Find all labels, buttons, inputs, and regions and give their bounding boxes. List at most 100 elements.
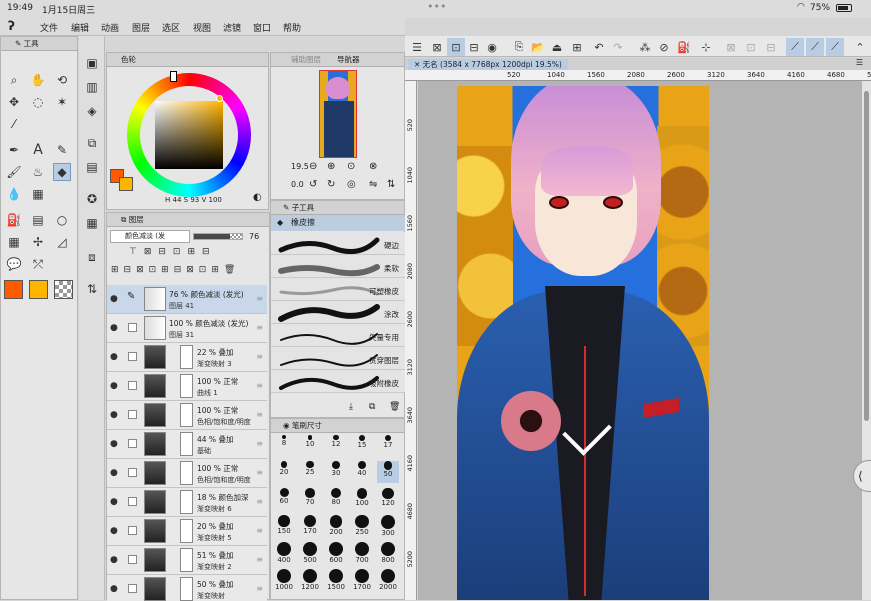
layer-drag-handle-icon[interactable]: ≡ — [256, 584, 263, 593]
visibility-eye-icon[interactable]: ● — [110, 555, 118, 565]
visibility-eye-icon[interactable]: ● — [110, 410, 118, 420]
tab-auxiliary-layer[interactable]: 辅助图层 — [291, 55, 321, 64]
canvas-tab[interactable]: ✕ 无名 (3584 x 7768px 1200dpi 19.5%) — [408, 59, 568, 70]
blend-icon[interactable]: 💧 — [5, 185, 23, 203]
visibility-eye-icon[interactable]: ● — [110, 526, 118, 536]
menu-view[interactable]: 视图 — [193, 21, 211, 34]
panel-icon-5[interactable]: ▤ — [83, 158, 101, 176]
menu-help[interactable]: 帮助 — [283, 21, 301, 34]
layer-row[interactable]: ● 100 % 正常 曲线 1 ≡ — [107, 372, 267, 401]
brush-size-option[interactable]: 200 — [325, 515, 347, 537]
triangle-icon[interactable]: ◿ — [53, 233, 71, 251]
menu-window[interactable]: 窗口 — [253, 21, 271, 34]
magic-wand-icon[interactable]: ✶ — [53, 93, 71, 111]
panel-icon-9[interactable]: ⇅ — [83, 280, 101, 298]
clear-selection-icon[interactable]: ⁂ — [636, 38, 654, 56]
crop-icon[interactable]: ⊹ — [697, 38, 715, 56]
layer-checkbox[interactable] — [128, 555, 137, 564]
brush-item[interactable]: 贯穿图层 — [271, 347, 405, 370]
brush-size-option[interactable]: 1700 — [351, 569, 373, 591]
panel-icon-3[interactable]: ◈ — [83, 102, 101, 120]
rotate-right-icon[interactable]: ↻ — [327, 179, 335, 190]
layer-row[interactable]: ● 22 % 叠加 渐变映射 3 ≡ — [107, 343, 267, 372]
menu-animation[interactable]: 动画 — [101, 21, 119, 34]
panel-icon-2[interactable]: ▥ — [83, 78, 101, 96]
layer-checkbox[interactable] — [128, 381, 137, 390]
panel-icon-4[interactable]: ⧉ — [83, 134, 101, 152]
layer-action-icons[interactable]: ⊞⊟⊠⊡⊞⊟⊠⊡⊞🗑 — [111, 265, 240, 275]
main-color-swatch[interactable] — [4, 280, 23, 299]
snap-grid-icon[interactable]: ⟋ — [826, 38, 844, 56]
saturation-value-square[interactable] — [155, 101, 223, 169]
canvas-size-icon[interactable]: ⊠ — [428, 38, 446, 56]
menu-layer[interactable]: 图层 — [132, 21, 150, 34]
rotate-left-icon[interactable]: ↺ — [309, 179, 317, 190]
transparent-swatch[interactable] — [54, 280, 73, 299]
reset-rotation-icon[interactable]: ◎ — [347, 179, 356, 190]
fill-cmd-icon[interactable]: ⛽ — [675, 38, 693, 56]
layer-drag-handle-icon[interactable]: ≡ — [256, 352, 263, 361]
layer-drag-handle-icon[interactable]: ≡ — [256, 526, 263, 535]
menu-select[interactable]: 选区 — [162, 21, 180, 34]
zoom-icon[interactable]: ⌕ — [5, 71, 23, 89]
brush-item[interactable]: 矢量专用 — [271, 324, 405, 347]
brush-item[interactable]: 柔软 — [271, 255, 405, 278]
layer-row[interactable]: ● 100 % 正常 色相/饱和度/明度 ≡ — [107, 401, 267, 430]
visibility-eye-icon[interactable]: ● — [110, 439, 118, 449]
layer-row[interactable]: ● 44 % 叠加 基础 ≡ — [107, 430, 267, 459]
layer-checkbox[interactable] — [128, 352, 137, 361]
flip-h-icon[interactable]: ⇋ — [369, 179, 377, 190]
brush-size-option[interactable]: 10 — [299, 434, 321, 456]
brush-size-option[interactable]: 150 — [273, 515, 295, 537]
brush-size-option[interactable]: 12 — [325, 434, 347, 456]
layer-drag-handle-icon[interactable]: ≡ — [256, 294, 263, 303]
fit-icon[interactable]: ⊙ — [347, 161, 355, 172]
brush-size-option[interactable]: 1500 — [325, 569, 347, 591]
undo-icon[interactable]: ↶ — [590, 38, 608, 56]
brush-size-option[interactable]: 120 — [377, 488, 399, 510]
text-icon[interactable]: A — [29, 141, 47, 159]
brush-size-option[interactable]: 15 — [351, 434, 373, 456]
rotate-icon[interactable]: ⟲ — [53, 71, 71, 89]
gradient-icon[interactable]: ▤ — [29, 211, 47, 229]
subtool-copy-icon[interactable]: ⧉ — [369, 402, 375, 412]
zoom-out-icon[interactable]: ⊖ — [309, 161, 317, 172]
layer-row[interactable]: ● 18 % 颜色加深 渐变映射 6 ≡ — [107, 488, 267, 517]
navigator-preview[interactable] — [319, 70, 357, 158]
brush-size-option[interactable]: 80 — [325, 488, 347, 510]
brush-size-option[interactable]: 1200 — [299, 569, 321, 591]
artwork[interactable] — [457, 86, 709, 600]
figure-icon[interactable]: ○ — [53, 211, 71, 229]
pattern-icon[interactable]: ▦ — [29, 185, 47, 203]
app-logo-icon[interactable]: ʔ — [8, 19, 15, 33]
actual-size-icon[interactable]: ⊗ — [369, 161, 377, 172]
snap-ruler-icon[interactable]: ⟋ — [786, 38, 804, 56]
visibility-eye-icon[interactable]: ● — [110, 352, 118, 362]
layer-row[interactable]: ● 100 % 正常 色相/饱和度/明度 ≡ — [107, 459, 267, 488]
hand-icon[interactable]: ✋ — [29, 71, 47, 89]
layer-drag-handle-icon[interactable]: ≡ — [256, 439, 263, 448]
brush-size-option[interactable]: 20 — [273, 461, 295, 483]
zoom-in-icon[interactable]: ⊕ — [327, 161, 335, 172]
brush-size-option[interactable]: 100 — [351, 488, 373, 510]
panel-icon-1[interactable]: ▣ — [83, 54, 101, 72]
brush-item[interactable]: 硬边 — [271, 232, 405, 255]
layer-checkbox[interactable] — [128, 584, 137, 593]
sub-color-swatch[interactable] — [29, 280, 48, 299]
snapshot-icon[interactable]: ◉ — [483, 38, 501, 56]
tab-close-icon[interactable]: ✕ — [414, 60, 423, 69]
brush-size-option[interactable]: 30 — [325, 461, 347, 483]
brush-size-option[interactable]: 250 — [351, 515, 373, 537]
redo-icon[interactable]: ↷ — [609, 38, 627, 56]
visibility-eye-icon[interactable]: ● — [110, 468, 118, 478]
layer-checkbox[interactable] — [128, 526, 137, 535]
brush-size-option[interactable]: 700 — [351, 542, 373, 564]
snap-off-icon-3[interactable]: ⊟ — [762, 38, 780, 56]
layer-row[interactable]: ● 20 % 叠加 渐变映射 5 ≡ — [107, 517, 267, 546]
canvas-area[interactable] — [418, 81, 862, 600]
brush-size-option[interactable]: 17 — [377, 434, 399, 456]
brush-size-option[interactable]: 400 — [273, 542, 295, 564]
layer-row[interactable]: ● 100 % 颜色减淡 (发光) 图层 31 ≡ — [107, 314, 267, 343]
sv-cursor[interactable] — [216, 95, 223, 102]
visibility-eye-icon[interactable]: ● — [110, 294, 118, 304]
